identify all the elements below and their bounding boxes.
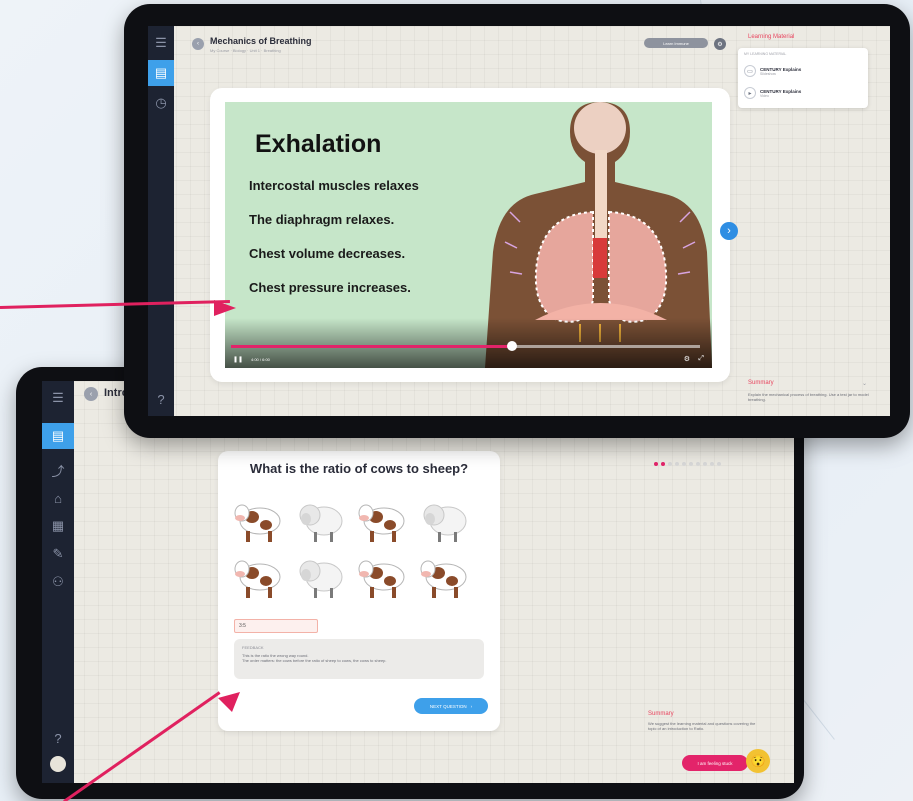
back-button[interactable]: ‹	[192, 38, 204, 50]
quiz-sidebar: ☰ ▤ ⤴ ⌂ ▦ ✎ ⚇ ?	[42, 381, 74, 783]
question-text: What is the ratio of cows to sheep?	[249, 461, 469, 476]
cow-icon	[234, 553, 286, 601]
menu-icon[interactable]: ☰	[148, 30, 174, 56]
learning-item-sub: Video	[760, 93, 769, 98]
page-title: Mechanics of Breathing	[210, 36, 312, 46]
progress-dot	[703, 462, 707, 466]
next-question-label: NEXT QUESTION	[429, 703, 467, 709]
chevron-right-icon: ›	[470, 703, 473, 709]
settings-icon[interactable]: ⚙	[684, 355, 690, 363]
learning-material-section: MY LEARNING MATERIAL	[744, 52, 787, 56]
sidebar-item-courses-icon[interactable]: ⌂	[42, 485, 74, 511]
summary-title: Summary	[748, 380, 774, 386]
next-question-button[interactable]: NEXT QUESTION ›	[414, 698, 488, 714]
video-controls: ❚❚ 4:00 / 6:00 ⚙ ⤢	[225, 318, 712, 368]
back-button[interactable]: ‹	[84, 387, 98, 401]
slide-line: The diaphragm relaxes.	[249, 212, 395, 227]
learning-material-title: Learning Material	[748, 34, 795, 40]
sheep-icon	[296, 553, 348, 601]
status-badge-label: Learn Immune	[663, 40, 689, 46]
sidebar-item-calendar-icon[interactable]: ▦	[42, 513, 74, 539]
cow-icon	[358, 553, 410, 601]
question-progress	[654, 462, 721, 466]
seek-handle[interactable]	[507, 341, 518, 351]
summary-text: Explain the mechanical process of breath…	[748, 392, 869, 402]
sheep-icon	[296, 497, 348, 545]
confused-face-icon[interactable]: 😯	[746, 749, 770, 773]
video-seek-bar[interactable]	[231, 341, 700, 351]
play-icon: ▸	[744, 87, 756, 99]
help-icon[interactable]: ?	[148, 386, 174, 412]
learning-item-sub: Slideshow	[760, 71, 776, 76]
slide-line: Chest volume decreases.	[249, 246, 406, 261]
cow-icon	[420, 553, 472, 601]
slide-line: Intercostal muscles relaxes	[249, 178, 419, 193]
slides-icon: ▭	[744, 65, 756, 77]
video-card: Exhalation Intercostal muscles relaxes T…	[210, 88, 730, 382]
arrowhead-icon	[214, 300, 236, 316]
feedback-line: The order matters: the cows before the r…	[242, 658, 387, 663]
progress-dot	[661, 462, 665, 466]
learning-item[interactable]: ▭ CENTURY Explains Slideshow	[744, 62, 862, 80]
arrowhead-icon	[218, 692, 240, 712]
menu-icon[interactable]: ☰	[42, 385, 74, 411]
clock-icon[interactable]: ◷	[148, 90, 174, 116]
fullscreen-icon[interactable]: ⤢	[698, 355, 704, 363]
progress-dot	[654, 462, 658, 466]
video-time: 4:00 / 6:00	[251, 357, 270, 362]
stuck-button[interactable]: I am feeling stuck	[682, 755, 748, 771]
sidebar-item-groups-icon[interactable]: ⚇	[42, 569, 74, 595]
next-slide-button[interactable]: ›	[720, 222, 738, 240]
slide-title: Exhalation	[255, 130, 382, 158]
progress-dot	[717, 462, 721, 466]
sidebar-item-lesson[interactable]: ▤	[148, 60, 174, 86]
chevron-down-icon[interactable]: ⌄	[862, 380, 867, 387]
learning-item[interactable]: ▸ CENTURY Explains Video	[744, 84, 862, 102]
progress-dot	[710, 462, 714, 466]
progress-dot	[682, 462, 686, 466]
video-progress	[231, 345, 513, 348]
settings-icon[interactable]: ⚙	[714, 38, 726, 50]
pause-icon[interactable]: ❚❚	[233, 356, 243, 363]
help-icon[interactable]: ?	[42, 725, 74, 751]
progress-dot	[675, 462, 679, 466]
status-badge[interactable]: Learn Immune	[644, 38, 708, 48]
video-player[interactable]: Exhalation Intercostal muscles relaxes T…	[225, 102, 712, 368]
slide-line: Chest pressure increases.	[249, 280, 411, 295]
progress-dot	[668, 462, 672, 466]
avatar[interactable]	[42, 751, 74, 777]
sidebar-item-edit-icon[interactable]: ✎	[42, 541, 74, 567]
video-sidebar: ☰ ▤ ◷ ?	[148, 26, 174, 416]
feedback-label: FEEDBACK	[242, 645, 264, 650]
sheep-icon	[420, 497, 472, 545]
sidebar-item-lesson[interactable]: ▤	[42, 423, 74, 449]
video-screen: ☰ ▤ ◷ ? ‹ Mechanics of Breathing My Cour…	[148, 26, 890, 416]
progress-dot	[696, 462, 700, 466]
summary-text: We suggest the learning material and que…	[648, 721, 756, 731]
progress-dot	[689, 462, 693, 466]
cow-icon	[358, 497, 410, 545]
feedback-box: FEEDBACK This is the ratio the wrong way…	[234, 639, 484, 679]
video-tablet: ☰ ▤ ◷ ? ‹ Mechanics of Breathing My Cour…	[124, 4, 910, 438]
answer-field[interactable]: 3:5	[234, 619, 318, 633]
summary-title: Summary	[648, 711, 674, 717]
breadcrumb: My Course · Biology · Unit 1 · Breathing	[210, 48, 281, 53]
quiz-screen: ☰ ▤ ⤴ ⌂ ▦ ✎ ⚇ ? ‹ Intro What is the rati…	[42, 381, 794, 783]
cow-icon	[234, 497, 286, 545]
learning-material-panel: MY LEARNING MATERIAL ▭ CENTURY Explains …	[738, 48, 868, 108]
question-card: What is the ratio of cows to sheep? 3:5 …	[218, 451, 500, 731]
sidebar-item-progress-icon[interactable]: ⤴	[42, 457, 74, 483]
